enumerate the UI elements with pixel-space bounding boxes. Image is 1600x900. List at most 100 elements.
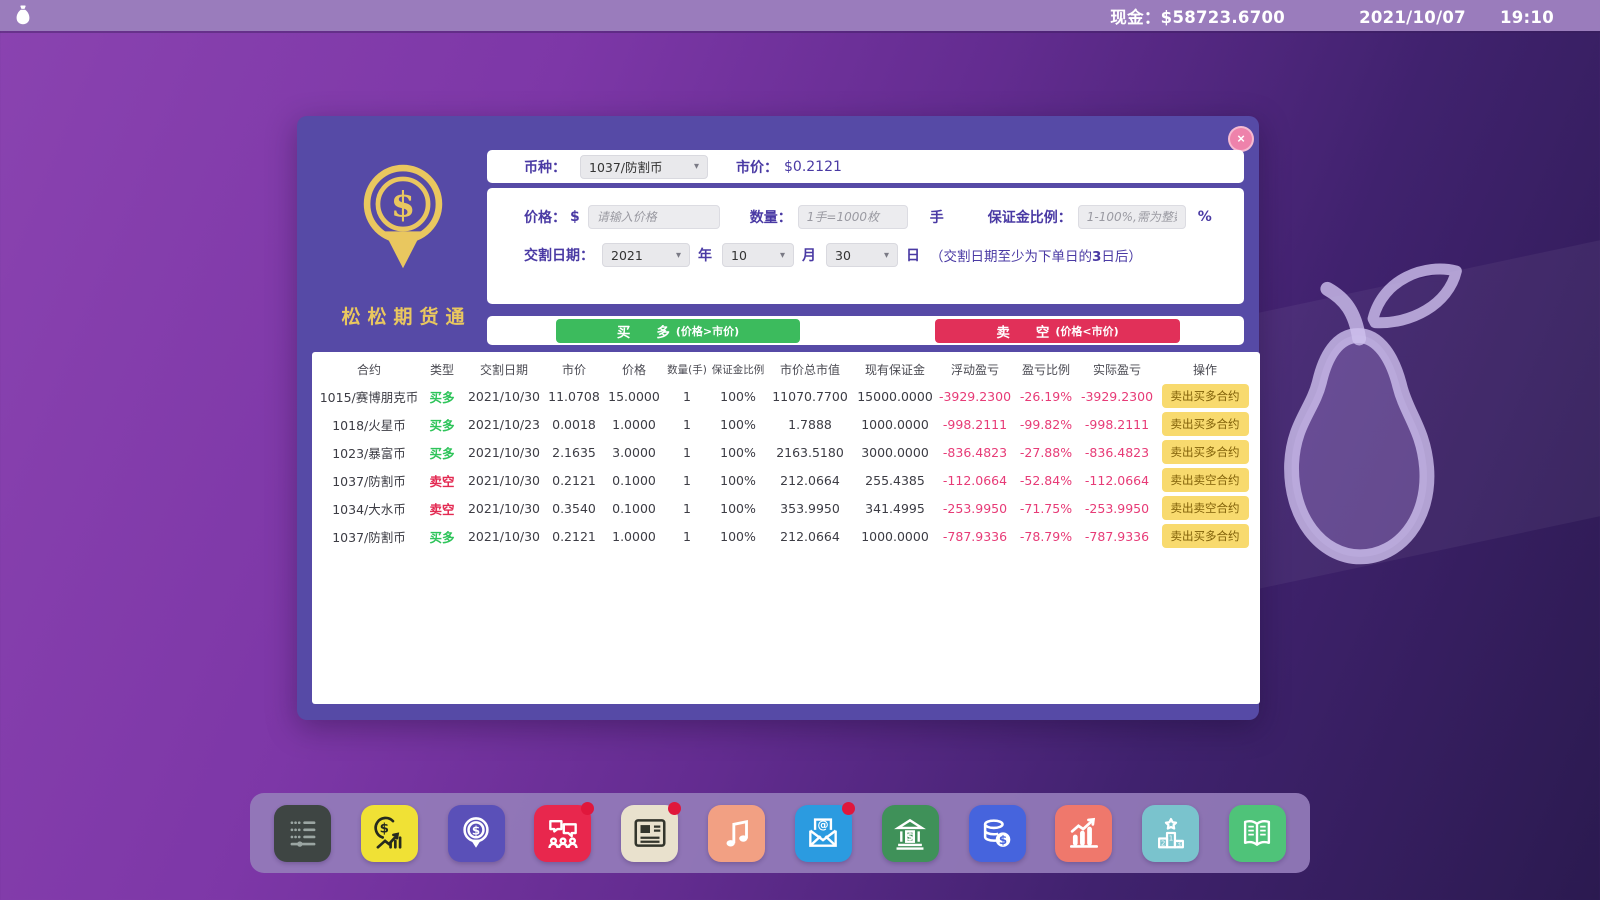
cell: 0.2121: [545, 529, 603, 544]
notification-badge: [581, 802, 594, 815]
cell: -998.2111: [937, 417, 1013, 432]
cell: 100%: [709, 389, 767, 404]
price-label: 价格：: [524, 207, 566, 227]
quantity-input[interactable]: [798, 205, 908, 229]
close-button[interactable]: ×: [1228, 126, 1254, 152]
market-price-value: $0.2121: [784, 159, 842, 175]
cell: -78.79%: [1013, 529, 1079, 544]
cell: 255.4385: [853, 473, 937, 488]
cell: 2163.5180: [767, 445, 853, 460]
cell: 1000.0000: [853, 529, 937, 544]
svg-text:$: $: [472, 823, 480, 837]
cell: 100%: [709, 473, 767, 488]
dock-icon-ranking[interactable]: 213: [1142, 805, 1199, 862]
cell: 100%: [709, 501, 767, 516]
sell-contract-button[interactable]: 卖出买多合约: [1162, 440, 1249, 464]
delivery-date-hint: （交割日期至少为下单日的3日后）: [930, 245, 1142, 265]
column-header: 浮动盈亏: [937, 361, 1013, 378]
table-row: 1037/防割币买多2021/10/300.21211.00001100%212…: [317, 522, 1255, 550]
dock-icon-mail[interactable]: @: [795, 805, 852, 862]
contracts-table-body: 1015/赛博朋克币买多2021/10/3011.070815.00001100…: [317, 382, 1255, 550]
day-select[interactable]: 30 ▾: [826, 243, 898, 267]
column-header: 合约: [317, 361, 421, 378]
cell: 1: [665, 445, 709, 460]
column-header: 操作: [1155, 361, 1255, 378]
dock-icon-server[interactable]: [274, 805, 331, 862]
day-value: 30: [835, 248, 851, 263]
action-cell: 卖出买多合约: [1155, 412, 1255, 436]
cell: -112.0664: [937, 473, 1013, 488]
sell-contract-button[interactable]: 卖出买多合约: [1162, 412, 1249, 436]
game-date: 2021/10/07: [1359, 8, 1466, 27]
cell: 1: [665, 529, 709, 544]
cell: -3929.2300: [937, 389, 1013, 404]
cell: 1000.0000: [853, 417, 937, 432]
chevron-down-icon: ▾: [884, 250, 889, 261]
app-title: 松松期货通: [326, 302, 487, 329]
column-header: 市价总市值: [767, 361, 853, 378]
chevron-down-icon: ▾: [780, 250, 785, 261]
sell-contract-button[interactable]: 卖出卖空合约: [1162, 468, 1249, 492]
cell: 353.9950: [767, 501, 853, 516]
dock-icon-chat[interactable]: [534, 805, 591, 862]
dock-icon-finance[interactable]: $: [361, 805, 418, 862]
sell-contract-button[interactable]: 卖出卖空合约: [1162, 496, 1249, 520]
cell: 卖空: [421, 471, 463, 490]
chevron-down-icon: ▾: [676, 250, 681, 261]
delivery-date-label: 交割日期：: [524, 245, 594, 265]
dock-icon-news[interactable]: [621, 805, 678, 862]
cell: 买多: [421, 415, 463, 434]
svg-text:$: $: [907, 831, 914, 843]
dock-icon-coins[interactable]: $: [969, 805, 1026, 862]
quantity-label: 数量：: [750, 207, 792, 227]
cell: 1034/大水币: [317, 499, 421, 518]
dock-icon-market[interactable]: [1055, 805, 1112, 862]
dock-icon-book[interactable]: [1229, 805, 1286, 862]
cell: -3929.2300: [1079, 389, 1155, 404]
svg-text:3: 3: [1176, 840, 1181, 849]
year-select[interactable]: 2021 ▾: [602, 243, 690, 267]
market-price-label: 市价：: [736, 157, 778, 177]
table-row: 1018/火星币买多2021/10/230.00181.00001100%1.7…: [317, 410, 1255, 438]
cell: -71.75%: [1013, 501, 1079, 516]
margin-ratio-input[interactable]: [1078, 205, 1186, 229]
dock-icon-pin[interactable]: $: [448, 805, 505, 862]
contracts-table: 合约类型交割日期市价价格数量(手)保证金比例市价总市值现有保证金浮动盈亏盈亏比例…: [312, 352, 1260, 704]
price-input[interactable]: [588, 205, 720, 229]
sell-short-button[interactable]: 卖 空 (价格<市价): [935, 319, 1180, 343]
sell-contract-button[interactable]: 卖出买多合约: [1162, 524, 1249, 548]
top-status-bar: 现金： $58723.6700 2021/10/07 19:10: [0, 0, 1600, 31]
table-row: 1037/防割币卖空2021/10/300.21210.10001100%212…: [317, 466, 1255, 494]
cell: 15000.0000: [853, 389, 937, 404]
cell: 1023/暴富币: [317, 443, 421, 462]
dock-icon-music[interactable]: [708, 805, 765, 862]
cell: -787.9336: [937, 529, 1013, 544]
cash-label: 现金：: [1110, 4, 1160, 28]
margin-unit: %: [1198, 209, 1212, 225]
cell: 100%: [709, 529, 767, 544]
column-header: 类型: [421, 361, 463, 378]
currency-label: 币种：: [524, 157, 566, 177]
svg-text:$: $: [999, 833, 1007, 847]
money-bag-icon: [12, 4, 34, 28]
action-cell: 卖出卖空合约: [1155, 496, 1255, 520]
app-logo: $ 松松期货通: [319, 158, 487, 329]
cell: 0.1000: [603, 473, 665, 488]
buy-long-button[interactable]: 买 多 (价格>市价): [556, 319, 800, 343]
cash-value: $58723.6700: [1161, 8, 1285, 27]
column-header: 数量(手): [665, 362, 709, 377]
dock-icon-bank[interactable]: $: [882, 805, 939, 862]
price-currency-prefix: $: [570, 209, 580, 225]
cell: 2021/10/30: [463, 445, 545, 460]
column-header: 保证金比例: [709, 362, 767, 377]
trade-buttons-panel: 买 多 (价格>市价) 卖 空 (价格<市价): [487, 316, 1244, 345]
cell: 15.0000: [603, 389, 665, 404]
column-header: 现有保证金: [853, 361, 937, 378]
sell-contract-button[interactable]: 卖出买多合约: [1162, 384, 1249, 408]
cell: 1015/赛博朋克币: [317, 387, 421, 406]
cell: 0.0018: [545, 417, 603, 432]
currency-select[interactable]: 1037/防割币 ▾: [580, 155, 708, 179]
year-value: 2021: [611, 248, 643, 263]
column-header: 交割日期: [463, 361, 545, 378]
month-select[interactable]: 10 ▾: [722, 243, 794, 267]
